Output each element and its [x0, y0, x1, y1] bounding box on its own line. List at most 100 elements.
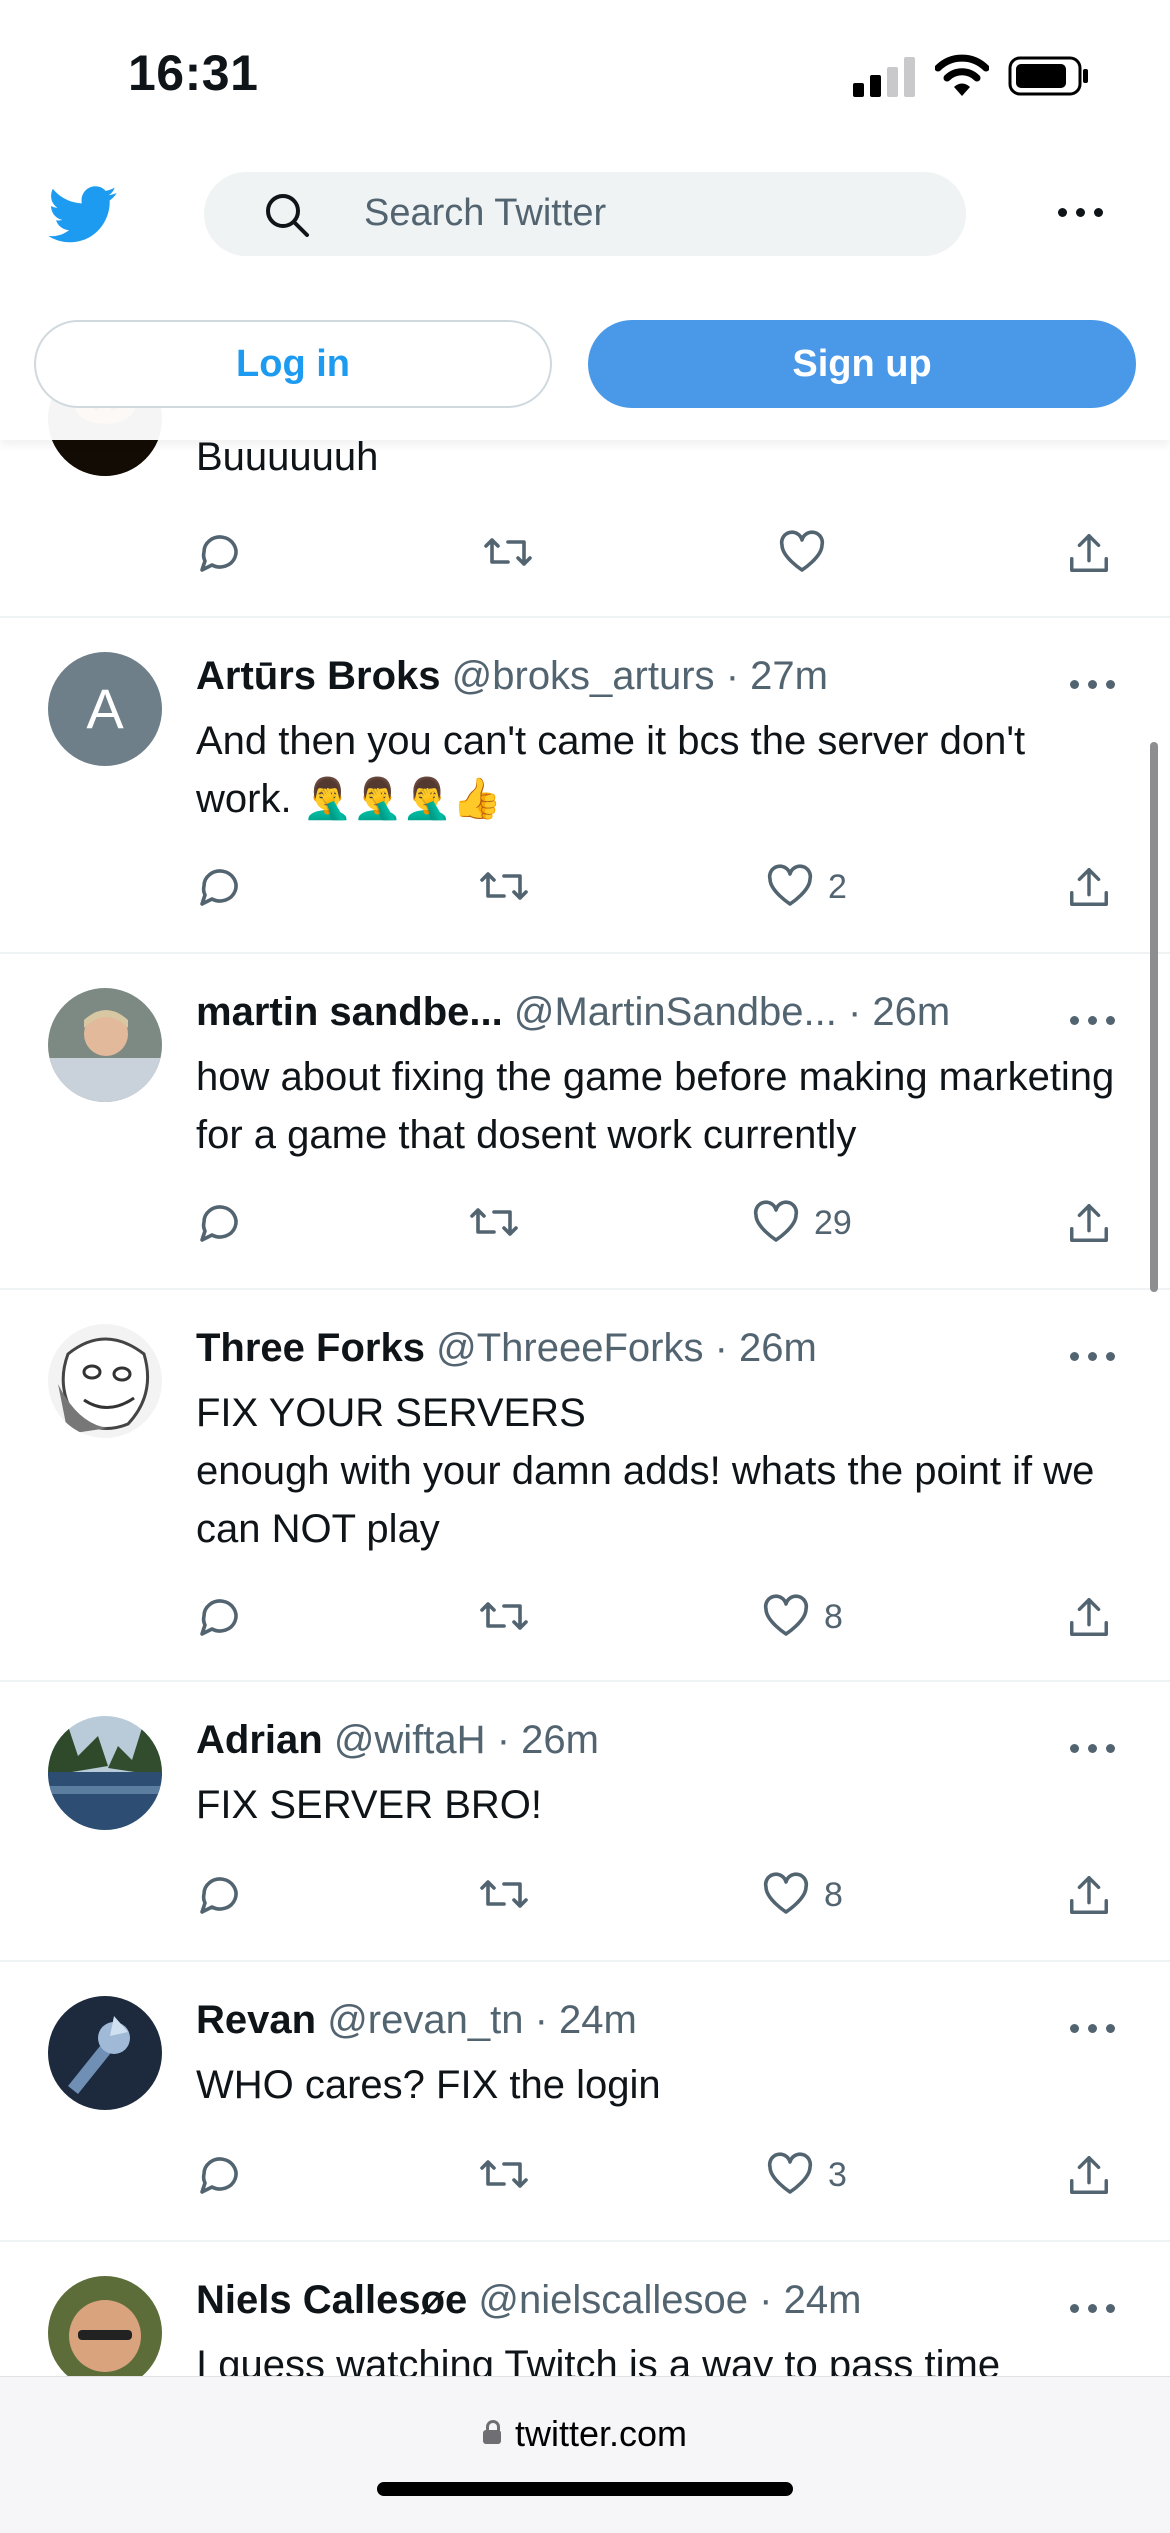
tweet-time[interactable]: · 26m	[715, 1326, 817, 1370]
author-handle[interactable]: @revan_tn	[327, 1998, 523, 2042]
avatar[interactable]	[48, 1324, 162, 1438]
tweet-text: FIX YOUR SERVERS enough with your damn a…	[196, 1391, 1095, 1551]
home-indicator[interactable]	[377, 2482, 793, 2496]
tweet-more-icon[interactable]	[1070, 2014, 1124, 2044]
tweet-time[interactable]: · 27m	[726, 654, 828, 698]
tweet[interactable]: A Artūrs Broks @broks_arturs · 27m And t…	[0, 618, 1170, 954]
tweet[interactable]: Revan @revan_tn · 24m WHO cares? FIX the…	[0, 1962, 1170, 2242]
tweet[interactable]: martin sandbe... @MartinSandbe... · 26m …	[0, 954, 1170, 1290]
like-count: 8	[824, 1876, 843, 1914]
author-name[interactable]: Artūrs Broks	[196, 654, 441, 698]
author-handle[interactable]: @wiftaH	[334, 1718, 486, 1762]
browser-bottom-bar: twitter.com	[0, 2376, 1170, 2533]
signal-icon	[853, 55, 917, 97]
tweet-actions: 2	[196, 860, 1116, 912]
search-placeholder: Search Twitter	[364, 192, 607, 234]
tweet-more-icon[interactable]	[1070, 1006, 1124, 1036]
lock-icon	[482, 2420, 501, 2444]
tweet-more-icon[interactable]	[1070, 2294, 1124, 2324]
tweet-header: martin sandbe... @MartinSandbe... · 26m	[196, 990, 950, 1035]
tweet-actions: 8	[196, 1868, 1116, 1920]
author-name[interactable]: Three Forks	[196, 1326, 425, 1370]
tweet-time[interactable]: · 24m	[759, 2278, 861, 2322]
avatar[interactable]: A	[48, 652, 162, 766]
reply-icon	[200, 1205, 238, 1242]
heart-icon	[779, 530, 825, 572]
address-bar[interactable]: twitter.com	[0, 2413, 1170, 2455]
tweet-actions: 3	[196, 2148, 1116, 2200]
reply-icon	[200, 869, 238, 906]
retweet-icon	[480, 2160, 528, 2188]
tweet[interactable]: Adrian @wiftaH · 26m FIX SERVER BRO! 8	[0, 1682, 1170, 1962]
avatar[interactable]	[48, 2276, 162, 2390]
like-count: 3	[828, 2156, 847, 2194]
twitter-logo-icon[interactable]	[48, 186, 118, 244]
more-menu-icon[interactable]	[1058, 198, 1112, 228]
author-handle[interactable]: @MartinSandbe...	[514, 990, 837, 1034]
retweet-icon	[480, 1602, 528, 1630]
tweet-time[interactable]: · 24m	[535, 1998, 637, 2042]
heart-icon	[763, 1594, 809, 1636]
author-name[interactable]: Revan	[196, 1998, 316, 2042]
tweet-text: WHO cares? FIX the login	[196, 2063, 661, 2107]
retweet-icon	[470, 1208, 518, 1236]
avatar-letter: A	[86, 677, 124, 740]
scrollbar[interactable]	[1150, 742, 1158, 1292]
tweet-header: Adrian @wiftaH · 26m	[196, 1718, 599, 1763]
tweet-more-icon[interactable]	[1070, 670, 1124, 700]
heart-icon	[763, 1872, 809, 1914]
tweet-text: how about fixing the game before making …	[196, 1055, 1115, 1157]
tweet-more-icon[interactable]	[1070, 1342, 1124, 1372]
heart-icon	[767, 864, 813, 906]
author-name[interactable]: Niels Callesøe	[196, 2278, 467, 2322]
author-name[interactable]: martin sandbe...	[196, 990, 503, 1034]
author-handle[interactable]: @ThreeeForks	[436, 1326, 703, 1370]
retweet-icon	[484, 538, 532, 566]
tweet[interactable]: Three Forks @ThreeeForks · 26m FIX YOUR …	[0, 1290, 1170, 1682]
retweet-icon	[480, 1880, 528, 1908]
url-text: twitter.com	[514, 2413, 688, 2454]
like-count: 8	[824, 1598, 843, 1636]
author-handle[interactable]: @broks_arturs	[452, 654, 715, 698]
tweet-header: Three Forks @ThreeeForks · 26m	[196, 1326, 817, 1371]
like-count: 2	[828, 868, 847, 906]
reply-icon	[200, 2157, 238, 2194]
like-count: 29	[814, 1204, 852, 1242]
heart-icon	[767, 2152, 813, 2194]
reply-icon	[200, 1877, 238, 1914]
wifi-icon	[935, 54, 989, 96]
login-button[interactable]: Log in	[34, 320, 552, 408]
avatar[interactable]	[48, 988, 162, 1102]
battery-icon	[1008, 56, 1088, 96]
status-time: 16:31	[128, 45, 259, 101]
retweet-icon	[480, 872, 528, 900]
person-photo-avatar	[48, 988, 162, 1102]
status-bar: 16:31	[0, 0, 1170, 150]
tweet-more-icon[interactable]	[1070, 1734, 1124, 1764]
tweet-time[interactable]: · 26m	[848, 990, 950, 1034]
share-icon	[1070, 868, 1108, 906]
search-input[interactable]: Search Twitter	[204, 172, 966, 256]
game-art-avatar	[48, 1996, 162, 2110]
heart-icon	[753, 1200, 799, 1242]
tweet-actions	[196, 526, 1116, 578]
avatar[interactable]	[48, 1996, 162, 2110]
tweet-actions: 29	[196, 1196, 1116, 1248]
meme-face-avatar	[48, 1324, 162, 1438]
share-icon	[1070, 1204, 1108, 1242]
share-icon	[1070, 1876, 1108, 1914]
tweet-actions: 8	[196, 1590, 1116, 1642]
signup-button[interactable]: Sign up	[588, 320, 1136, 408]
tweet-header: Niels Callesøe @nielscallesoe · 24m	[196, 2278, 861, 2323]
person-photo-avatar	[48, 2276, 162, 2390]
share-icon	[1070, 1598, 1108, 1636]
search-icon	[266, 194, 309, 237]
tweet-text: And then you can't came it bcs the serve…	[196, 719, 1026, 821]
author-handle[interactable]: @nielscallesoe	[478, 2278, 748, 2322]
share-icon	[1070, 534, 1108, 572]
avatar[interactable]	[48, 1716, 162, 1830]
tweet-header: Revan @revan_tn · 24m	[196, 1998, 637, 2043]
tweet-text: FIX SERVER BRO!	[196, 1783, 543, 1827]
tweet-time[interactable]: · 26m	[497, 1718, 599, 1762]
author-name[interactable]: Adrian	[196, 1718, 323, 1762]
